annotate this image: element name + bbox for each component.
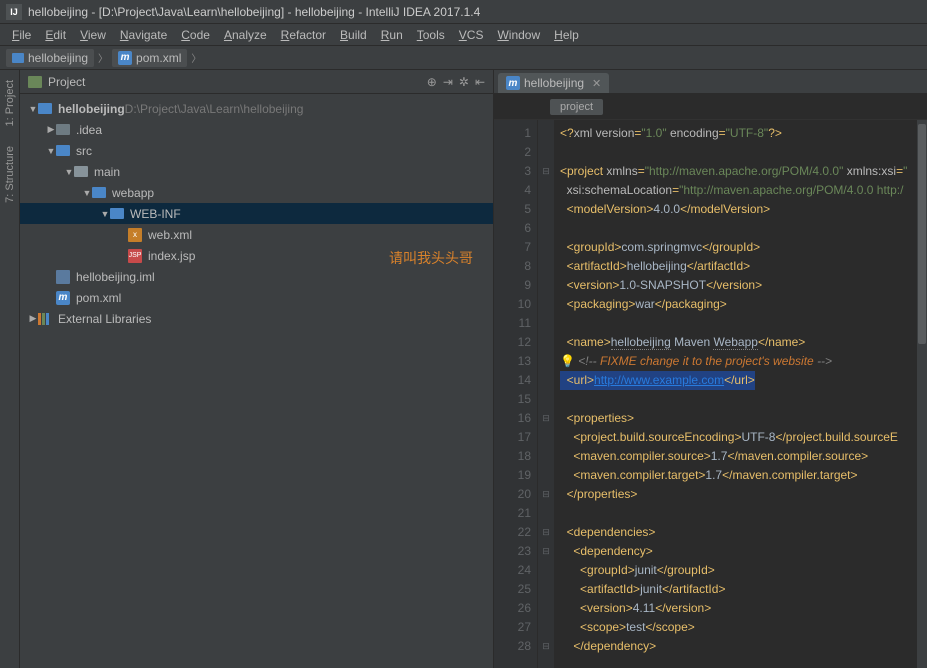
expand-arrow-icon[interactable]: ▶ xyxy=(28,313,38,324)
chevron-right-icon: 〉 xyxy=(98,50,108,65)
xml-icon: x xyxy=(128,228,142,242)
watermark-text: 请叫我头头哥 xyxy=(389,248,473,268)
expand-arrow-icon[interactable]: ▼ xyxy=(64,167,74,177)
folder-blue-icon xyxy=(56,145,70,156)
tree-path: D:\Project\Java\Learn\hellobeijing xyxy=(125,102,304,116)
tree-row[interactable]: ▶ External Libraries xyxy=(20,308,493,329)
tool-tab-structure[interactable]: 7: Structure xyxy=(2,140,18,209)
menu-file[interactable]: File xyxy=(6,26,37,44)
tree-row[interactable]: ▼ hellobeijing D:\Project\Java\Learn\hell… xyxy=(20,98,493,119)
crumb-pill[interactable]: project xyxy=(550,99,603,115)
tree-row[interactable]: x web.xml xyxy=(20,224,493,245)
folder-icon xyxy=(12,53,24,63)
folder-dark-icon xyxy=(56,124,70,135)
expand-arrow-icon[interactable]: ▼ xyxy=(28,104,38,114)
expand-arrow-icon[interactable]: ▼ xyxy=(46,146,56,156)
menu-tools[interactable]: Tools xyxy=(411,26,451,44)
project-panel: Project ⊕ ⇥ ✲ ⇤ ▼ hellobeijing D:\Project… xyxy=(20,70,494,668)
menu-vcs[interactable]: VCS xyxy=(453,26,490,44)
tool-window-stripe: 1: Project 7: Structure xyxy=(0,70,20,668)
folder-icon xyxy=(74,166,88,177)
tree-label: External Libraries xyxy=(58,312,151,326)
menu-code[interactable]: Code xyxy=(175,26,216,44)
tree-row[interactable]: ▼ src xyxy=(20,140,493,161)
line-numbers: 1234567891011121314151617181920212223242… xyxy=(494,120,538,668)
menu-help[interactable]: Help xyxy=(548,26,585,44)
menu-analyze[interactable]: Analyze xyxy=(218,26,273,44)
menu-build[interactable]: Build xyxy=(334,26,373,44)
editor-breadcrumb: project xyxy=(494,94,927,120)
scroll-icon[interactable]: ⊕ xyxy=(427,75,437,89)
expand-arrow-icon[interactable]: ▼ xyxy=(82,188,92,198)
titlebar: IJ hellobeijing - [D:\Project\Java\Learn… xyxy=(0,0,927,24)
maven-icon: m xyxy=(118,51,132,65)
folder-blue-icon xyxy=(110,208,124,219)
tree-row[interactable]: ▶ .idea xyxy=(20,119,493,140)
menu-navigate[interactable]: Navigate xyxy=(114,26,173,44)
hide-icon[interactable]: ⇤ xyxy=(475,75,485,89)
code-area[interactable]: 1234567891011121314151617181920212223242… xyxy=(494,120,927,668)
jsp-icon: JSP xyxy=(128,249,142,263)
close-icon[interactable]: ✕ xyxy=(592,77,601,90)
code-content[interactable]: <?xml version="1.0" encoding="UTF-8"?> <… xyxy=(554,120,917,668)
app-icon: IJ xyxy=(6,4,22,20)
breadcrumb-label: hellobeijing xyxy=(28,51,88,65)
scrollbar[interactable] xyxy=(917,120,927,668)
tree-row[interactable]: m pom.xml xyxy=(20,287,493,308)
lib-icon xyxy=(38,313,52,325)
menu-view[interactable]: View xyxy=(74,26,112,44)
tree-row[interactable]: ▼ main xyxy=(20,161,493,182)
expand-arrow-icon[interactable]: ▼ xyxy=(100,209,110,219)
project-icon xyxy=(28,76,42,88)
folder-blue-icon xyxy=(92,187,106,198)
menu-window[interactable]: Window xyxy=(491,26,546,44)
breadcrumb-item[interactable]: hellobeijing xyxy=(6,49,94,67)
gear-icon[interactable]: ✲ xyxy=(459,75,469,89)
navbar: hellobeijing 〉 m pom.xml 〉 xyxy=(0,46,927,70)
tree-label: index.jsp xyxy=(148,249,195,263)
breadcrumb-label: pom.xml xyxy=(136,51,181,65)
menu-refactor[interactable]: Refactor xyxy=(275,26,332,44)
tree-label: pom.xml xyxy=(76,291,121,305)
tree-row[interactable]: ▼ webapp xyxy=(20,182,493,203)
tree-label: hellobeijing.iml xyxy=(76,270,155,284)
breadcrumb: hellobeijing 〉 m pom.xml 〉 xyxy=(6,49,201,67)
tree-label: .idea xyxy=(76,123,102,137)
menubar: FileEditViewNavigateCodeAnalyzeRefactorB… xyxy=(0,24,927,46)
editor-tab[interactable]: m hellobeijing ✕ xyxy=(498,73,609,93)
project-tree[interactable]: ▼ hellobeijing D:\Project\Java\Learn\hell… xyxy=(20,94,493,668)
tree-label: hellobeijing xyxy=(58,102,125,116)
tree-label: WEB-INF xyxy=(130,207,181,221)
iml-icon xyxy=(56,270,70,284)
chevron-right-icon: 〉 xyxy=(191,50,201,65)
maven-icon: m xyxy=(506,76,520,90)
fold-gutter[interactable]: ⊟⊟⊟⊟⊟⊟ xyxy=(538,120,554,668)
collapse-icon[interactable]: ⇥ xyxy=(443,75,453,89)
scrollbar-thumb[interactable] xyxy=(918,124,926,344)
window-title: hellobeijing - [D:\Project\Java\Learn\he… xyxy=(28,5,480,19)
panel-title: Project xyxy=(48,75,85,89)
tab-label: hellobeijing xyxy=(524,76,584,90)
expand-arrow-icon[interactable]: ▶ xyxy=(46,124,56,135)
editor-tabs: m hellobeijing ✕ xyxy=(494,70,927,94)
panel-header: Project ⊕ ⇥ ✲ ⇤ xyxy=(20,70,493,94)
m-icon: m xyxy=(56,291,70,305)
tree-label: web.xml xyxy=(148,228,192,242)
breadcrumb-item[interactable]: m pom.xml xyxy=(112,49,187,67)
tree-label: main xyxy=(94,165,120,179)
tree-label: src xyxy=(76,144,92,158)
tool-tab-project[interactable]: 1: Project xyxy=(2,74,18,132)
tree-row[interactable]: hellobeijing.iml xyxy=(20,266,493,287)
menu-edit[interactable]: Edit xyxy=(39,26,72,44)
editor: m hellobeijing ✕ project 123456789101112… xyxy=(494,70,927,668)
tree-row[interactable]: ▼ WEB-INF xyxy=(20,203,493,224)
tree-label: webapp xyxy=(112,186,154,200)
folder-blue-icon xyxy=(38,103,52,114)
menu-run[interactable]: Run xyxy=(375,26,409,44)
